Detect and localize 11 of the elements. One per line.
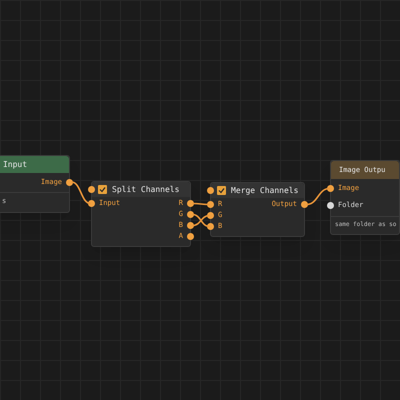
exec-port[interactable] bbox=[207, 187, 214, 194]
enable-checkbox[interactable] bbox=[217, 186, 226, 195]
node-title: Merge Channels bbox=[231, 184, 298, 196]
connection-wire bbox=[306, 188, 330, 206]
exec-port[interactable] bbox=[88, 186, 95, 193]
node-title: Split Channels bbox=[112, 184, 180, 196]
node-title: Input bbox=[2, 158, 28, 170]
node-header[interactable]: Input bbox=[0, 156, 69, 173]
connection-wire bbox=[192, 202, 210, 206]
connection-wire bbox=[71, 181, 91, 204]
enable-checkbox[interactable] bbox=[98, 185, 107, 194]
